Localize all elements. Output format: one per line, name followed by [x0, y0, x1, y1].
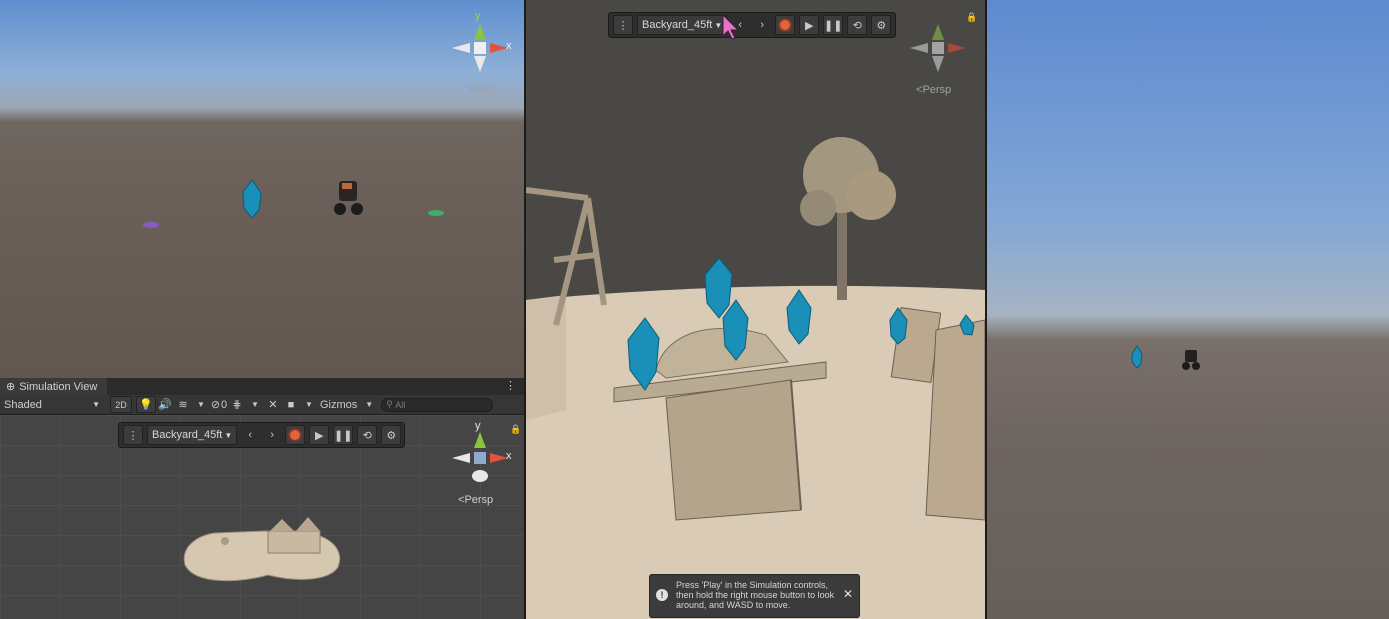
kebab-icon[interactable]: ⋮ — [123, 425, 143, 445]
mouse-cursor-icon — [722, 14, 740, 40]
axis-x-label: x — [506, 40, 512, 52]
toast-message: Press 'Play' in the Simulation controls,… — [676, 580, 835, 610]
game-view-top-left[interactable]: y x Persp — [0, 0, 524, 378]
orientation-gizmo[interactable]: y x Persp — [450, 10, 514, 96]
lock-icon[interactable]: 🔒 — [966, 12, 977, 23]
record-icon — [778, 18, 793, 32]
axis-x-label: x — [506, 450, 512, 462]
loop-button[interactable]: ⟲ — [357, 425, 378, 445]
gizmos-dropdown[interactable]: Gizmos ▼ — [318, 397, 375, 412]
hidden-objects-toggle[interactable]: ⊘ 0 — [210, 397, 228, 412]
play-button[interactable]: ▶ — [799, 15, 820, 35]
axis-gizmo-graphic — [452, 24, 508, 72]
audio-icon[interactable]: 🔊 — [156, 397, 174, 412]
persp-text: Persp — [464, 494, 494, 506]
record-button[interactable] — [775, 15, 796, 35]
eye-slash-icon: ⊘ — [210, 399, 221, 411]
chevron-down-icon[interactable]: ▼ — [300, 397, 318, 412]
chevron-right-icon[interactable]: › — [753, 16, 771, 34]
robot-object — [334, 181, 363, 215]
chevron-down-icon: ▼ — [365, 400, 374, 409]
play-button[interactable]: ▶ — [309, 425, 330, 445]
effects-icon[interactable]: ≋ — [174, 397, 192, 412]
settings-button[interactable]: ⚙ — [381, 425, 402, 445]
purple-marker — [143, 222, 159, 228]
kebab-menu-icon[interactable]: ⋮ — [505, 379, 516, 392]
orientation-gizmo[interactable]: y x <Persp — [450, 420, 514, 506]
notification-toast: ! Press 'Play' in the Simulation control… — [649, 574, 860, 618]
orientation-gizmo[interactable]: <Persp — [908, 10, 972, 96]
game-view-center[interactable]: ⋮ Backyard_45ft ▼ ‹ › ▶ ❚❚ ⟲ ⚙ <Persp 🔒 … — [526, 0, 985, 619]
scene-selector[interactable]: Backyard_45ft ▼ — [147, 425, 238, 445]
scene-name: Backyard_45ft — [642, 19, 713, 31]
crystal-object — [1131, 345, 1143, 369]
search-input[interactable]: ⚲ All — [381, 397, 494, 412]
persp-text: Persp — [922, 84, 952, 96]
lock-icon[interactable]: 🔒 — [510, 424, 521, 435]
record-button[interactable] — [285, 425, 306, 445]
chevron-down-icon: ▼ — [92, 400, 100, 409]
game-view-right[interactable] — [987, 0, 1389, 619]
pause-button[interactable]: ❚❚ — [333, 425, 354, 445]
crystal-object — [242, 179, 262, 219]
game-view-scene — [1131, 345, 1200, 370]
simulation-controls-toolbar: ⋮ Backyard_45ft ▼ ‹ › ▶ ❚❚ ⟲ ⚙ — [118, 422, 405, 448]
persp-label[interactable]: <Persp — [916, 84, 951, 96]
globe-icon: ⊕ — [6, 381, 16, 393]
chevron-down-icon[interactable]: ▼ — [192, 397, 210, 412]
loop-button[interactable]: ⟲ — [847, 15, 868, 35]
chevron-left-icon[interactable]: ‹ — [241, 426, 259, 444]
axis-gizmo-graphic — [452, 432, 508, 482]
camera-icon[interactable]: ■ — [282, 397, 300, 412]
simulation-controls-toolbar: ⋮ Backyard_45ft ▼ ‹ › ▶ ❚❚ ⟲ ⚙ — [608, 12, 896, 38]
shading-mode-dropdown[interactable]: Shaded ▼ — [0, 395, 104, 414]
view-options-bar: Shaded ▼ 2D 💡 🔊 ≋ ▼ ⊘ 0 ⋕ ▼ ✕ ■ ▼ Gizmos… — [0, 395, 524, 415]
pause-button[interactable]: ❚❚ — [823, 15, 844, 35]
tab-bar: ⊕ Simulation View ⋮ — [0, 378, 524, 396]
gizmos-label: Gizmos — [320, 398, 358, 411]
axis-y-label: y — [475, 420, 481, 432]
chevron-down-icon[interactable]: ▼ — [246, 397, 264, 412]
chevron-down-icon: ▼ — [224, 430, 233, 440]
robot-object — [1182, 350, 1200, 370]
info-icon: ! — [656, 589, 668, 601]
grid-icon[interactable]: ⋕ — [228, 397, 246, 412]
toggle-2d-button[interactable]: 2D — [110, 396, 132, 413]
game-view-scene — [143, 179, 444, 228]
hidden-count: 0 — [221, 398, 228, 411]
close-icon[interactable]: ✕ — [843, 588, 853, 600]
search-icon: ⚲ — [386, 399, 396, 409]
axis-gizmo-graphic — [910, 24, 966, 72]
persp-label[interactable]: <Persp — [458, 494, 493, 506]
axis-y-label: y — [475, 10, 481, 22]
settings-button[interactable]: ⚙ — [871, 15, 892, 35]
scene-name: Backyard_45ft — [152, 429, 223, 441]
search-placeholder: All — [395, 399, 406, 410]
tab-label: Simulation View — [19, 380, 98, 393]
tools-icon[interactable]: ✕ — [264, 397, 282, 412]
shading-mode-value: Shaded — [4, 398, 42, 411]
lighting-icon[interactable]: 💡 — [136, 396, 156, 413]
chevron-right-icon[interactable]: › — [263, 426, 281, 444]
green-marker — [428, 210, 444, 216]
scene-selector[interactable]: Backyard_45ft ▼ — [637, 15, 728, 35]
simulation-view-panel[interactable]: ⊕ Simulation View ⋮ Shaded ▼ 2D 💡 🔊 ≋ ▼ … — [0, 378, 524, 619]
record-icon — [288, 428, 303, 442]
kebab-icon[interactable]: ⋮ — [613, 15, 633, 35]
tree-object — [800, 137, 896, 300]
tab-simulation-view[interactable]: ⊕ Simulation View — [0, 378, 108, 395]
persp-label[interactable]: Persp — [468, 84, 497, 96]
